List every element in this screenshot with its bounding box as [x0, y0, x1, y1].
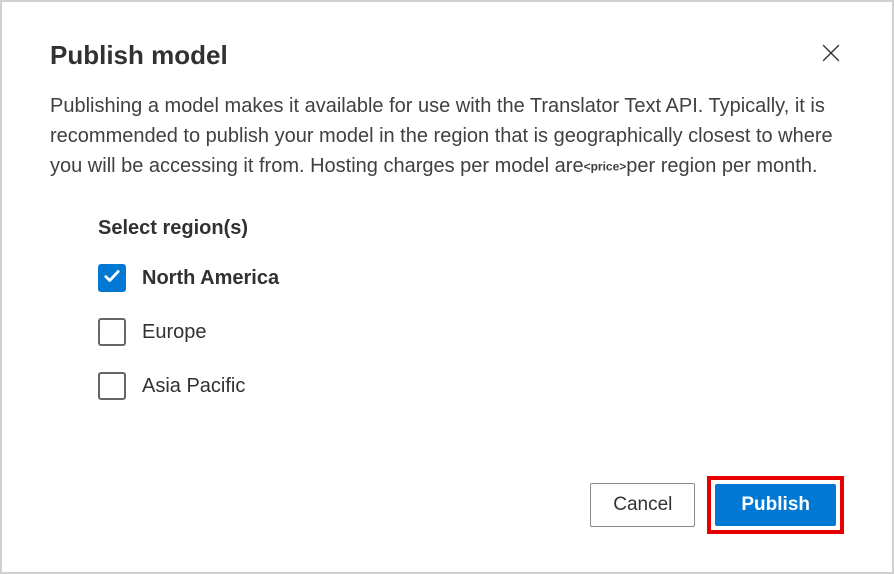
region-option-asia-pacific[interactable]: Asia Pacific	[98, 372, 844, 400]
price-placeholder: <price>	[584, 160, 627, 174]
description-post: per region per month.	[626, 155, 817, 177]
dialog-actions: Cancel Publish	[590, 476, 844, 534]
region-label: North America	[142, 267, 279, 290]
region-label: Asia Pacific	[142, 375, 245, 398]
regions-section: Select region(s) North America Europe As…	[50, 217, 844, 400]
checkbox-unchecked[interactable]	[98, 372, 126, 400]
region-label: Europe	[142, 321, 207, 344]
checkbox-checked[interactable]	[98, 264, 126, 292]
publish-button-highlight: Publish	[707, 476, 844, 534]
dialog-description: Publishing a model makes it available fo…	[50, 91, 844, 181]
regions-label: Select region(s)	[98, 217, 844, 240]
publish-model-dialog: Publish model Publishing a model makes i…	[2, 2, 892, 572]
close-button[interactable]	[818, 40, 844, 70]
checkbox-unchecked[interactable]	[98, 318, 126, 346]
dialog-header: Publish model	[50, 40, 844, 71]
dialog-title: Publish model	[50, 40, 228, 71]
checkmark-icon	[103, 267, 121, 290]
region-option-north-america[interactable]: North America	[98, 264, 844, 292]
close-icon	[822, 45, 840, 67]
region-option-europe[interactable]: Europe	[98, 318, 844, 346]
publish-button[interactable]: Publish	[715, 484, 836, 526]
cancel-button[interactable]: Cancel	[590, 483, 695, 527]
